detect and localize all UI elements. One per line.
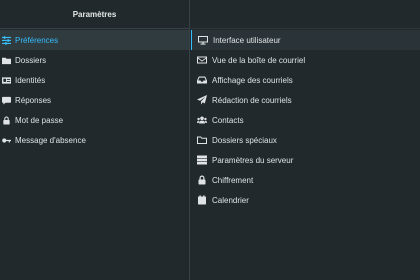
- section-item-label: Contacts: [212, 115, 244, 125]
- section-item-contacts[interactable]: Contacts: [191, 110, 420, 130]
- section-item-encryption[interactable]: Chiffrement: [191, 170, 420, 190]
- id-card-icon: [0, 74, 12, 86]
- sections-list: Interface utilisateur Vue de la boîte de…: [191, 30, 420, 210]
- settings-sections-panel: Interface utilisateur Vue de la boîte de…: [191, 0, 420, 280]
- section-item-label: Dossiers spéciaux: [212, 135, 277, 145]
- monitor-icon: [197, 34, 209, 46]
- section-item-label: Chiffrement: [212, 175, 254, 185]
- sidebar-item-folders[interactable]: Dossiers: [0, 50, 189, 70]
- sidebar-item-label: Dossiers: [15, 55, 47, 65]
- section-item-special-folders[interactable]: Dossiers spéciaux: [191, 130, 420, 150]
- sidebar-header: Paramètres: [0, 0, 189, 29]
- calendar-icon: [196, 194, 208, 206]
- lock-icon: [0, 114, 12, 126]
- section-item-server-settings[interactable]: Paramètres du serveur: [191, 150, 420, 170]
- folder-icon: [0, 54, 12, 66]
- sidebar-item-label: Message d'absence: [15, 135, 86, 145]
- sidebar-item-label: Préférences: [15, 35, 59, 45]
- section-item-message-display[interactable]: Affichage des courriels: [191, 70, 420, 90]
- settings-sidebar: Paramètres Préférences Dossiers Identité…: [0, 0, 190, 280]
- lock-icon: [196, 174, 208, 186]
- section-item-mailbox-view[interactable]: Vue de la boîte de courriel: [191, 50, 420, 70]
- sidebar-item-password[interactable]: Mot de passe: [0, 110, 189, 130]
- comment-icon: [0, 94, 12, 106]
- section-item-label: Affichage des courriels: [212, 75, 293, 85]
- section-item-label: Interface utilisateur: [213, 35, 281, 45]
- sidebar-item-responses[interactable]: Réponses: [0, 90, 189, 110]
- sidebar-item-identities[interactable]: Identités: [0, 70, 189, 90]
- sidebar-item-label: Identités: [15, 75, 46, 85]
- sliders-icon: [0, 34, 12, 46]
- section-item-label: Calendrier: [212, 195, 249, 205]
- section-item-label: Rédaction de courriels: [212, 95, 292, 105]
- paper-plane-icon: [196, 94, 208, 106]
- sections-header: [191, 0, 420, 29]
- section-item-calendar[interactable]: Calendrier: [191, 190, 420, 210]
- sidebar-item-label: Réponses: [15, 95, 52, 105]
- sidebar-item-label: Mot de passe: [15, 115, 64, 125]
- users-icon: [196, 114, 208, 126]
- server-icon: [196, 154, 208, 166]
- key-icon: [0, 134, 12, 146]
- page-title: Paramètres: [72, 9, 117, 19]
- section-item-label: Paramètres du serveur: [212, 155, 294, 165]
- sidebar-item-preferences[interactable]: Préférences: [0, 30, 189, 50]
- inbox-icon: [196, 74, 208, 86]
- sidebar-list: Préférences Dossiers Identités Réponses …: [0, 30, 189, 150]
- section-item-label: Vue de la boîte de courriel: [212, 55, 306, 65]
- sidebar-item-out-of-office[interactable]: Message d'absence: [0, 130, 189, 150]
- envelope-icon: [196, 54, 208, 66]
- folder-outline-icon: [196, 134, 208, 146]
- section-item-user-interface[interactable]: Interface utilisateur: [191, 30, 420, 50]
- section-item-composing[interactable]: Rédaction de courriels: [191, 90, 420, 110]
